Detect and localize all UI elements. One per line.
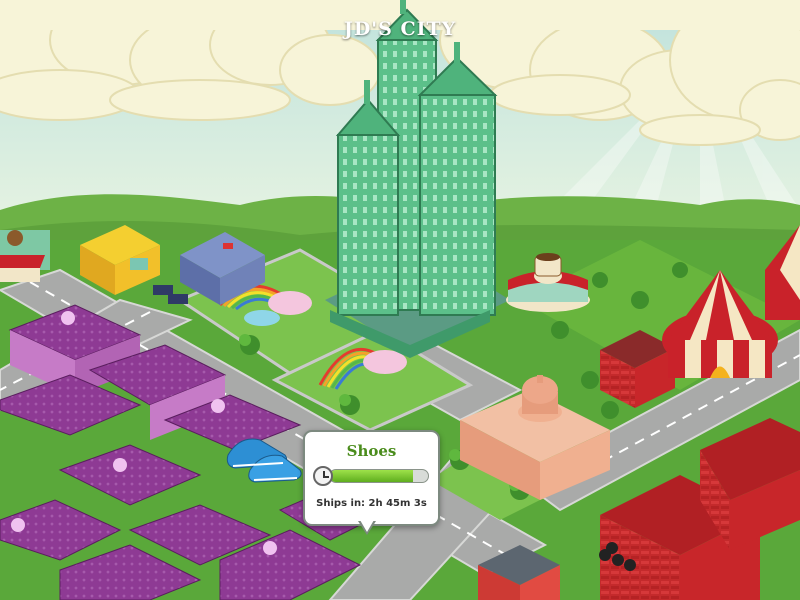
- game-scene[interactable]: JD'S CITY Shoes Ships in: 2h 45m 3s: [0, 0, 800, 600]
- pond: [244, 310, 280, 326]
- clock-icon: [313, 466, 333, 486]
- shipping-progress-bar: [329, 469, 429, 483]
- ships-in-label: Ships in: 2h 45m 3s: [316, 498, 427, 509]
- city-title: JD'S CITY: [343, 18, 457, 40]
- tooltip-title: Shoes: [346, 442, 397, 460]
- production-tooltip[interactable]: Shoes Ships in: 2h 45m 3s: [303, 430, 440, 526]
- progress-fill: [330, 470, 414, 482]
